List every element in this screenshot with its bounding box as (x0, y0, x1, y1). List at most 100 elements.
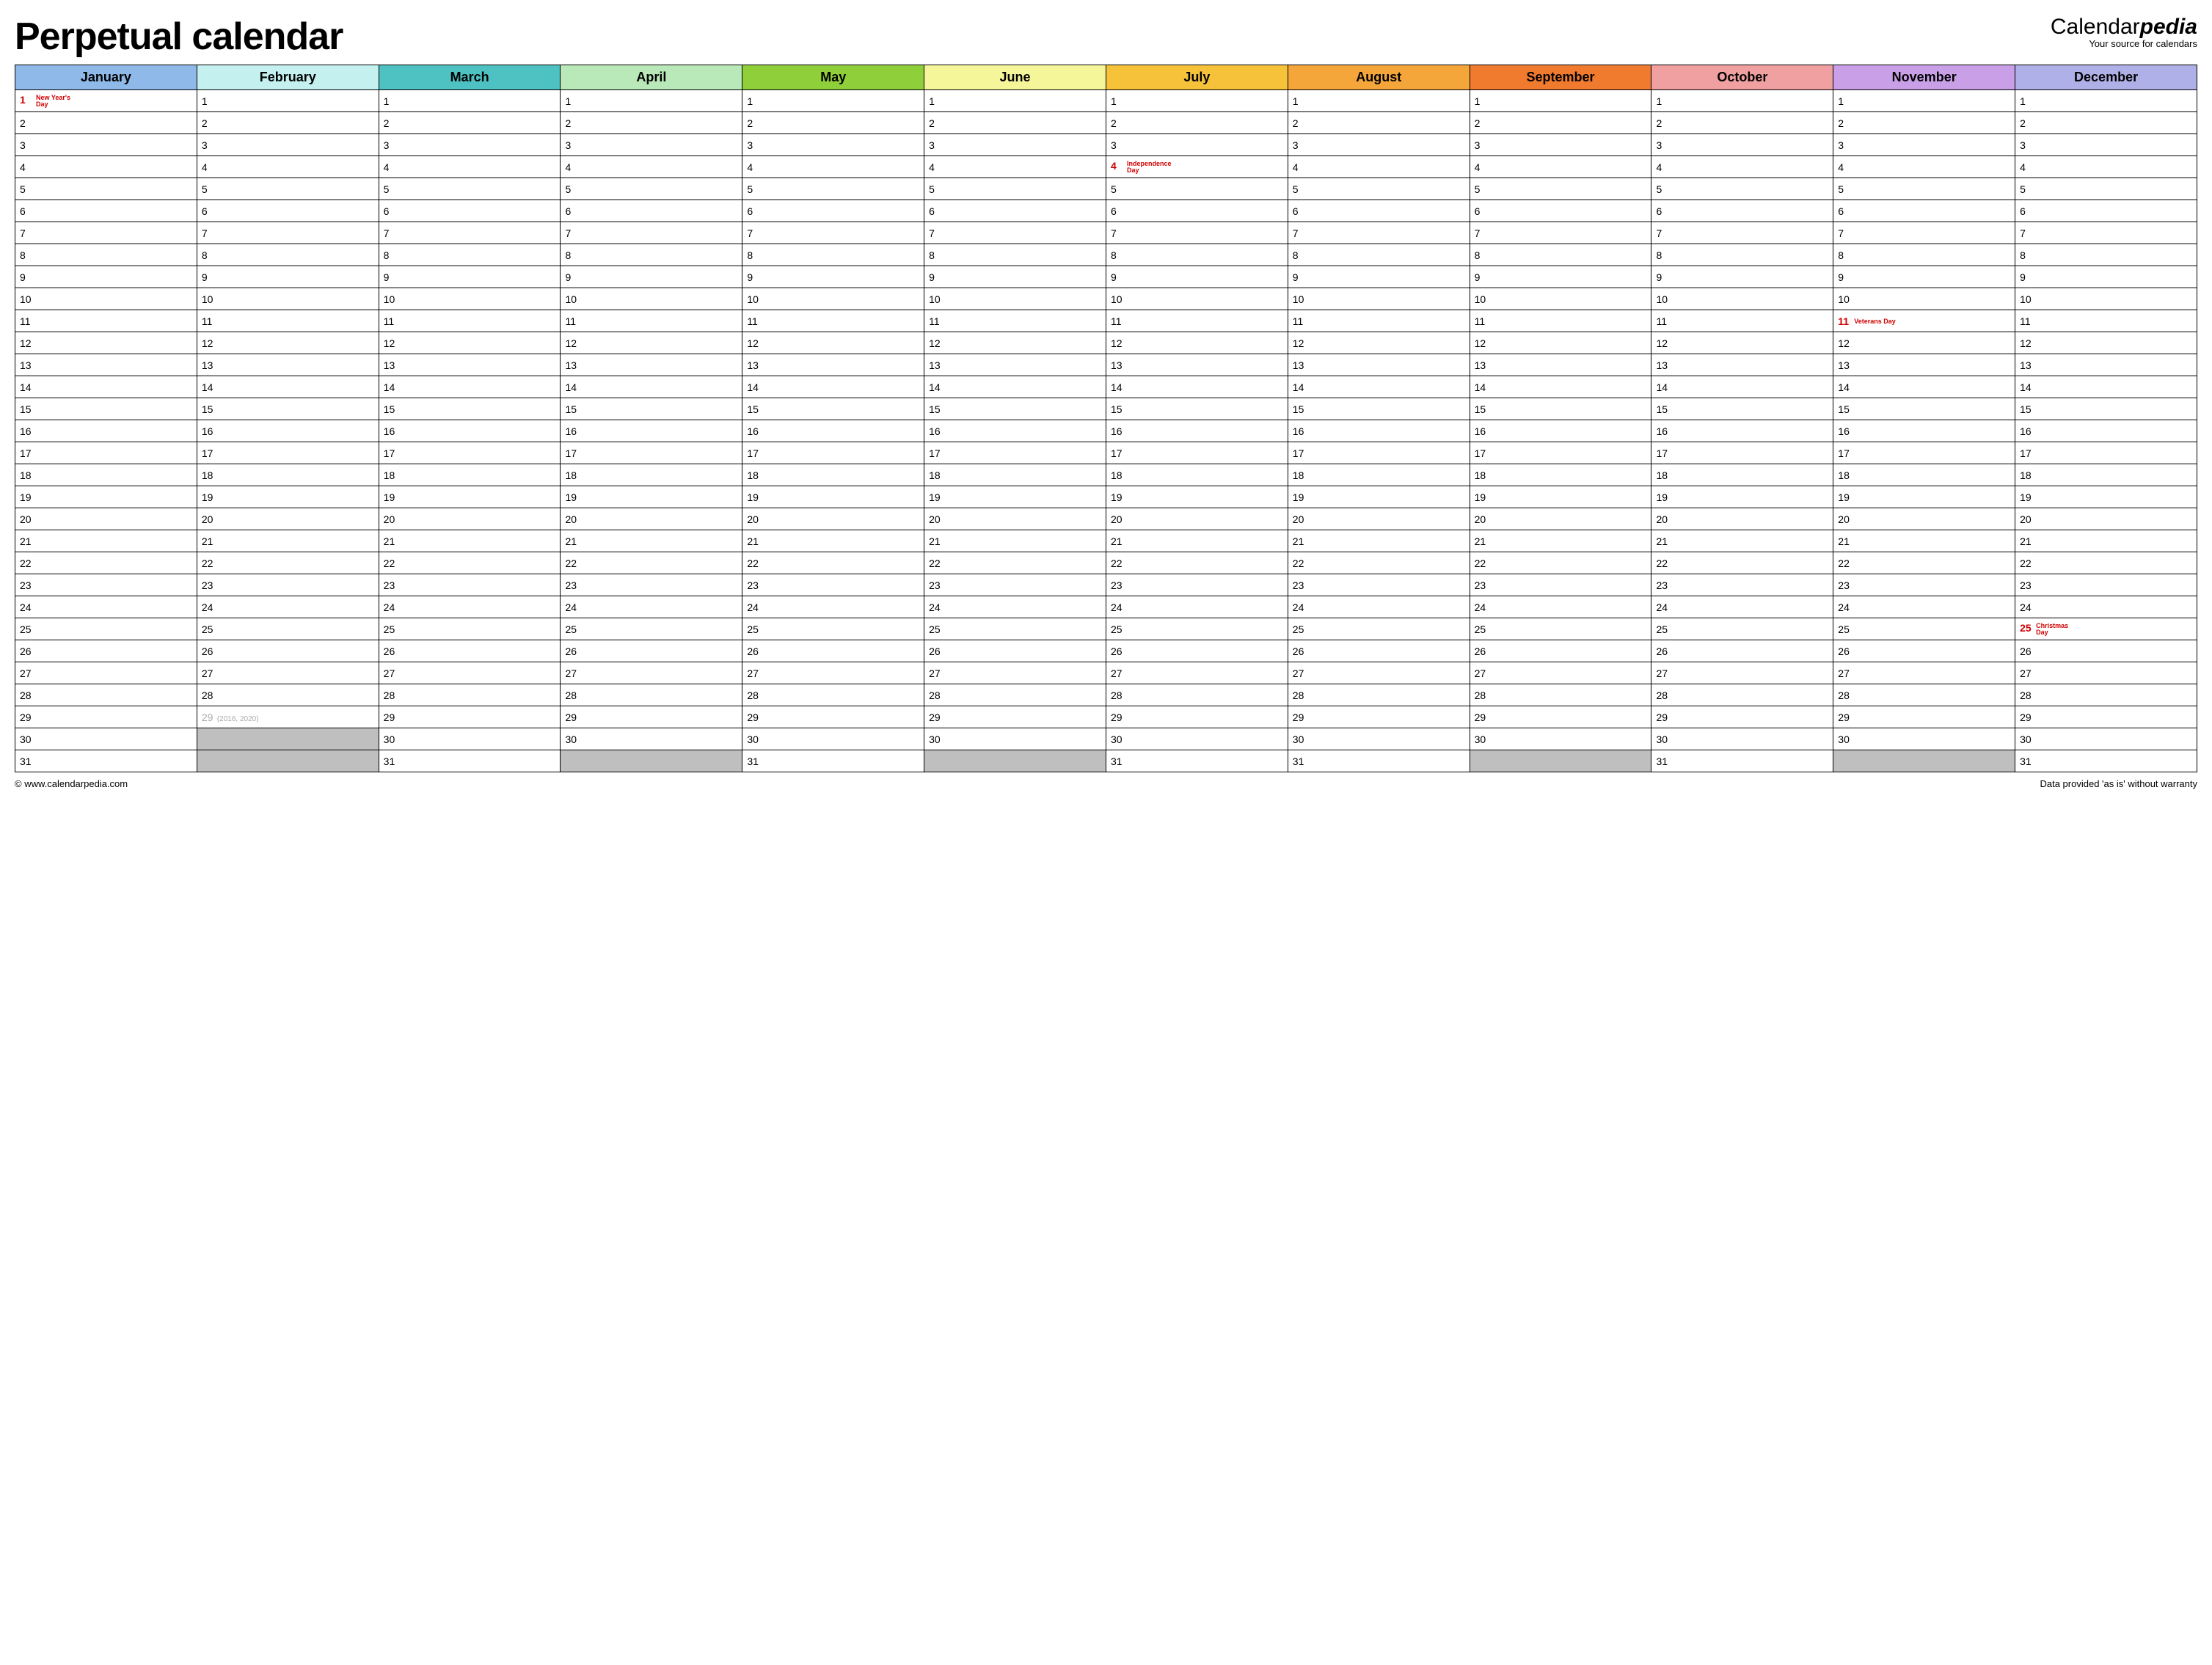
day-cell: 16 (1106, 420, 1288, 442)
day-number: 17 (747, 447, 760, 459)
day-number: 23 (1838, 579, 1851, 591)
day-cell: 18 (1651, 464, 1833, 486)
day-cell: 26 (561, 640, 742, 662)
day-cell: 29(2016, 2020) (197, 706, 379, 728)
day-number: 19 (929, 491, 942, 503)
day-number: 28 (1656, 689, 1669, 701)
day-cell: 30 (1288, 728, 1470, 750)
day-number: 21 (20, 535, 33, 547)
day-number: 11 (1293, 315, 1306, 327)
day-cell: 4 (2015, 156, 2197, 178)
day-cell: 26 (924, 640, 1106, 662)
day-cell: 11 (15, 310, 197, 332)
day-number: 18 (384, 469, 397, 481)
day-number: 8 (202, 249, 215, 261)
day-number: 4 (747, 161, 760, 173)
day-cell: 17 (2015, 442, 2197, 464)
day-number: 19 (1656, 491, 1669, 503)
day-cell: 9 (1106, 266, 1288, 288)
day-number: 25 (1838, 623, 1851, 635)
day-cell: 18 (561, 464, 742, 486)
day-number: 26 (929, 645, 942, 657)
day-number: 25 (1475, 623, 1488, 635)
day-number: 5 (384, 183, 397, 195)
day-number: 3 (929, 139, 942, 151)
day-number: 9 (1475, 271, 1488, 283)
day-number: 30 (1656, 733, 1669, 745)
brand-tagline: Your source for calendars (2051, 39, 2197, 49)
day-number: 22 (1838, 557, 1851, 569)
day-cell: 5 (561, 178, 742, 200)
day-cell: 25 (1106, 618, 1288, 640)
day-cell: 4 (742, 156, 924, 178)
day-number: 26 (747, 645, 760, 657)
brand-part1: Calendar (2051, 15, 2140, 39)
day-number: 7 (565, 227, 578, 239)
day-number: 29 (1838, 711, 1851, 723)
brand-block: Calendarpedia Your source for calendars (2051, 15, 2197, 49)
day-cell: 9 (1288, 266, 1470, 288)
day-cell: 24 (1106, 596, 1288, 618)
day-cell: 12 (924, 332, 1106, 354)
day-cell: 22 (1833, 552, 2015, 574)
day-cell: 24 (1470, 596, 1651, 618)
day-cell: 20 (1833, 508, 2015, 530)
day-cell: 8 (379, 244, 561, 266)
day-number: 15 (384, 403, 397, 415)
day-cell: 18 (2015, 464, 2197, 486)
day-number: 26 (565, 645, 578, 657)
day-cell: 14 (742, 376, 924, 398)
day-cell: 8 (1470, 244, 1651, 266)
day-number: 23 (565, 579, 578, 591)
day-cell: 19 (924, 486, 1106, 508)
day-cell: 10 (379, 288, 561, 310)
day-cell: 16 (1833, 420, 2015, 442)
day-cell: 10 (742, 288, 924, 310)
day-cell: 24 (924, 596, 1106, 618)
day-number: 4 (202, 161, 215, 173)
day-number: 26 (1111, 645, 1124, 657)
day-cell: 31 (1651, 750, 1833, 772)
day-cell: 17 (197, 442, 379, 464)
day-number: 12 (1111, 337, 1124, 349)
day-number: 25 (20, 623, 33, 635)
day-number: 9 (1838, 271, 1851, 283)
day-cell: 30 (379, 728, 561, 750)
day-number: 14 (1656, 381, 1669, 393)
day-number: 5 (202, 183, 215, 195)
day-cell: 10 (924, 288, 1106, 310)
day-cell: 7 (1106, 222, 1288, 244)
day-number: 6 (1475, 205, 1488, 217)
day-number: 24 (1111, 601, 1124, 613)
day-number: 17 (2020, 447, 2033, 459)
day-cell: 28 (1833, 684, 2015, 706)
day-cell: 13 (197, 354, 379, 376)
month-header: April (561, 65, 742, 90)
day-cell: 3 (1651, 134, 1833, 156)
day-cell: 9 (1470, 266, 1651, 288)
month-header-row: JanuaryFebruaryMarchAprilMayJuneJulyAugu… (15, 65, 2197, 90)
day-cell: 11 (197, 310, 379, 332)
day-cell: 23 (15, 574, 197, 596)
day-cell: 26 (379, 640, 561, 662)
day-number: 23 (1656, 579, 1669, 591)
day-cell: 1 (1288, 90, 1470, 112)
day-cell: 28 (2015, 684, 2197, 706)
day-cell: 28 (742, 684, 924, 706)
day-cell: 29 (1651, 706, 1833, 728)
day-number: 18 (1111, 469, 1124, 481)
day-cell: 8 (1106, 244, 1288, 266)
day-number: 13 (747, 359, 760, 371)
day-number: 6 (384, 205, 397, 217)
day-cell: 31 (742, 750, 924, 772)
day-number: 10 (1838, 293, 1851, 305)
day-cell: 26 (15, 640, 197, 662)
month-header: September (1470, 65, 1651, 90)
day-cell: 17 (1833, 442, 2015, 464)
day-cell: 24 (561, 596, 742, 618)
day-number: 15 (202, 403, 215, 415)
day-cell: 15 (1833, 398, 2015, 420)
day-number: 9 (384, 271, 397, 283)
day-cell: 23 (197, 574, 379, 596)
day-cell: 22 (1470, 552, 1651, 574)
